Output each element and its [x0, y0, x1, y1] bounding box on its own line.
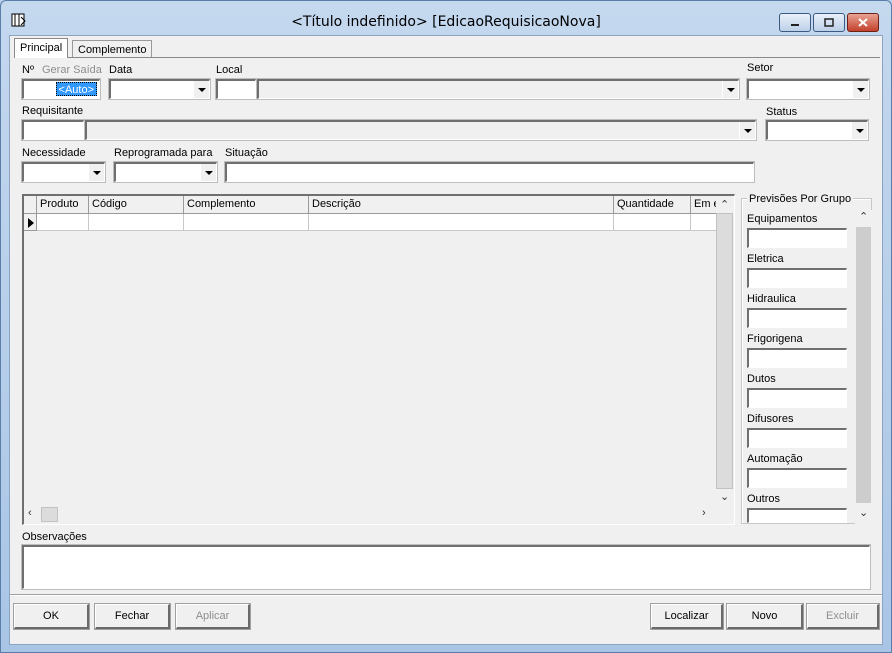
localizar-button[interactable]: Localizar	[651, 604, 723, 629]
auto-value: <Auto>	[55, 82, 97, 96]
dutos-field[interactable]	[747, 388, 847, 408]
outros-field[interactable]	[747, 508, 847, 523]
reprogramada-label: Reprogramada para	[114, 147, 213, 159]
close-icon	[858, 18, 868, 27]
aplicar-button[interactable]: Aplicar	[176, 604, 250, 629]
chevron-right-icon[interactable]: ›	[702, 508, 706, 519]
button-separator	[10, 594, 882, 596]
previsoes-scroll-thumb[interactable]	[856, 227, 871, 503]
situacao-field[interactable]	[225, 162, 754, 182]
col-header-descricao[interactable]: Descrição	[309, 196, 614, 214]
application-window: <Título indefinido> [EdicaoRequisicaoNov…	[0, 0, 892, 653]
automacao-field[interactable]	[747, 468, 847, 488]
minimize-button[interactable]	[779, 13, 811, 32]
frigorigena-field[interactable]	[747, 348, 847, 368]
chevron-down-icon[interactable]	[200, 164, 216, 181]
chevron-left-icon[interactable]: ‹	[28, 508, 32, 519]
excluir-button[interactable]: Excluir	[807, 604, 879, 629]
fechar-button[interactable]: Fechar	[95, 604, 170, 629]
col-header-complemento[interactable]: Complemento	[184, 196, 309, 214]
col-header-em-estoque[interactable]: Em e	[691, 196, 716, 214]
group-label-eletrica: Eletrica	[747, 253, 784, 265]
status-select[interactable]	[766, 120, 868, 140]
necessidade-field[interactable]	[22, 162, 105, 182]
data-label: Data	[109, 64, 133, 76]
group-label-difusores: Difusores	[747, 413, 794, 425]
previsoes-scrollbar[interactable]: ⌃ ⌄	[855, 210, 872, 524]
previsoes-group: Previsões Por Grupo Equipamentos Eletric…	[741, 193, 872, 524]
chevron-down-icon[interactable]	[851, 122, 867, 139]
chevron-down-icon[interactable]	[852, 81, 868, 98]
gerar-saida-checkbox: Gerar Saída	[42, 64, 102, 76]
hidraulica-field[interactable]	[747, 308, 847, 328]
chevron-down-icon[interactable]	[722, 81, 738, 98]
necessidade-label: Necessidade	[22, 147, 86, 159]
grid-body: Produto Código Complemento Descrição Qua…	[24, 196, 716, 506]
items-grid[interactable]: Produto Código Complemento Descrição Qua…	[22, 194, 735, 525]
table-cell[interactable]	[89, 214, 184, 231]
chevron-up-icon[interactable]: ⌃	[859, 212, 868, 223]
client-area: Principal Complemento Nº Gerar Saída <Au…	[9, 35, 883, 645]
window-title: <Título indefinido> [EdicaoRequisicaoNov…	[291, 14, 601, 30]
numero-label: Nº	[22, 64, 34, 76]
table-cell[interactable]	[184, 214, 309, 231]
maximize-button[interactable]	[813, 13, 845, 32]
title-bar[interactable]: <Título indefinido> [EdicaoRequisicaoNov…	[1, 1, 891, 35]
difusores-field[interactable]	[747, 428, 847, 448]
maximize-icon	[824, 18, 834, 27]
equipamentos-field[interactable]	[747, 228, 847, 248]
table-cell[interactable]	[691, 214, 716, 231]
table-cell[interactable]	[309, 214, 614, 231]
tab-panel-principal: Nº Gerar Saída <Auto> Data Local Setor R…	[14, 57, 880, 593]
setor-select[interactable]	[747, 79, 869, 99]
group-label-outros: Outros	[747, 493, 781, 505]
close-button[interactable]	[847, 13, 879, 32]
col-header-codigo[interactable]: Código	[89, 196, 184, 214]
group-label-automacao: Automação	[747, 453, 803, 465]
requisitante-code-field[interactable]	[22, 120, 84, 140]
requisitante-select[interactable]	[85, 120, 756, 140]
situacao-label: Situação	[225, 147, 268, 159]
chevron-down-icon[interactable]	[193, 81, 209, 98]
local-code-field[interactable]	[216, 79, 256, 99]
row-indicator-icon	[24, 214, 37, 231]
col-header-produto[interactable]: Produto	[37, 196, 89, 214]
ok-button[interactable]: OK	[14, 604, 89, 629]
observacoes-label: Observações	[22, 531, 87, 543]
grid-corner	[24, 196, 37, 214]
data-field[interactable]	[109, 79, 210, 99]
novo-button[interactable]: Novo	[727, 604, 803, 629]
observacoes-textarea[interactable]	[22, 545, 870, 589]
chevron-up-icon[interactable]: ⌃	[720, 200, 729, 211]
setor-label: Setor	[747, 62, 774, 74]
minimize-icon	[791, 23, 799, 26]
table-cell[interactable]	[614, 214, 691, 231]
grid-horizontal-scrollbar[interactable]: ‹ ›	[24, 506, 716, 523]
chevron-down-icon[interactable]: ⌄	[720, 492, 729, 503]
local-select[interactable]	[257, 79, 739, 99]
eletrica-field[interactable]	[747, 268, 847, 288]
group-label-equipamentos: Equipamentos	[747, 213, 818, 225]
chevron-down-icon[interactable]	[88, 164, 104, 181]
requisitante-label: Requisitante	[22, 105, 84, 117]
grid-horizontal-thumb[interactable]	[41, 507, 58, 522]
chevron-down-icon[interactable]	[739, 122, 755, 139]
grid-vertical-thumb[interactable]	[716, 213, 733, 489]
group-label-dutos: Dutos	[747, 373, 776, 385]
previsoes-title: Previsões Por Grupo	[747, 193, 854, 205]
status-label: Status	[766, 106, 798, 118]
grid-vertical-scrollbar[interactable]: ⌃ ⌄	[716, 196, 733, 506]
col-header-quantidade[interactable]: Quantidade	[614, 196, 691, 214]
tab-principal[interactable]: Principal	[14, 38, 69, 58]
numero-field[interactable]: <Auto>	[22, 79, 100, 99]
chevron-down-icon[interactable]: ⌄	[859, 508, 868, 519]
group-label-frigorigena: Frigorigena	[747, 333, 803, 345]
group-label-hidraulica: Hidraulica	[747, 293, 796, 305]
local-label: Local	[216, 64, 243, 76]
table-cell[interactable]	[37, 214, 89, 231]
reprogramada-field[interactable]	[114, 162, 217, 182]
tab-complemento[interactable]: Complemento	[72, 40, 153, 58]
